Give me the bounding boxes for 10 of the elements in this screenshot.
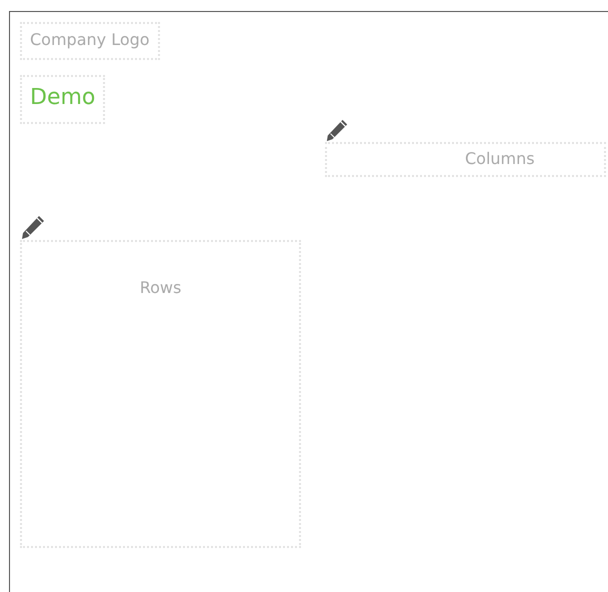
title-field[interactable]: Demo — [20, 75, 106, 124]
rows-drop-zone[interactable]: Rows — [20, 240, 301, 548]
edit-icon[interactable] — [20, 214, 46, 240]
logo-field[interactable]: Company Logo — [20, 22, 160, 60]
columns-drop-zone[interactable]: Columns — [325, 142, 606, 177]
rows-label: Rows — [140, 278, 182, 299]
columns-label: Columns — [465, 149, 535, 168]
title-text: Demo — [30, 85, 96, 110]
logo-text: Company Logo — [30, 30, 150, 49]
edit-icon[interactable] — [325, 118, 349, 142]
